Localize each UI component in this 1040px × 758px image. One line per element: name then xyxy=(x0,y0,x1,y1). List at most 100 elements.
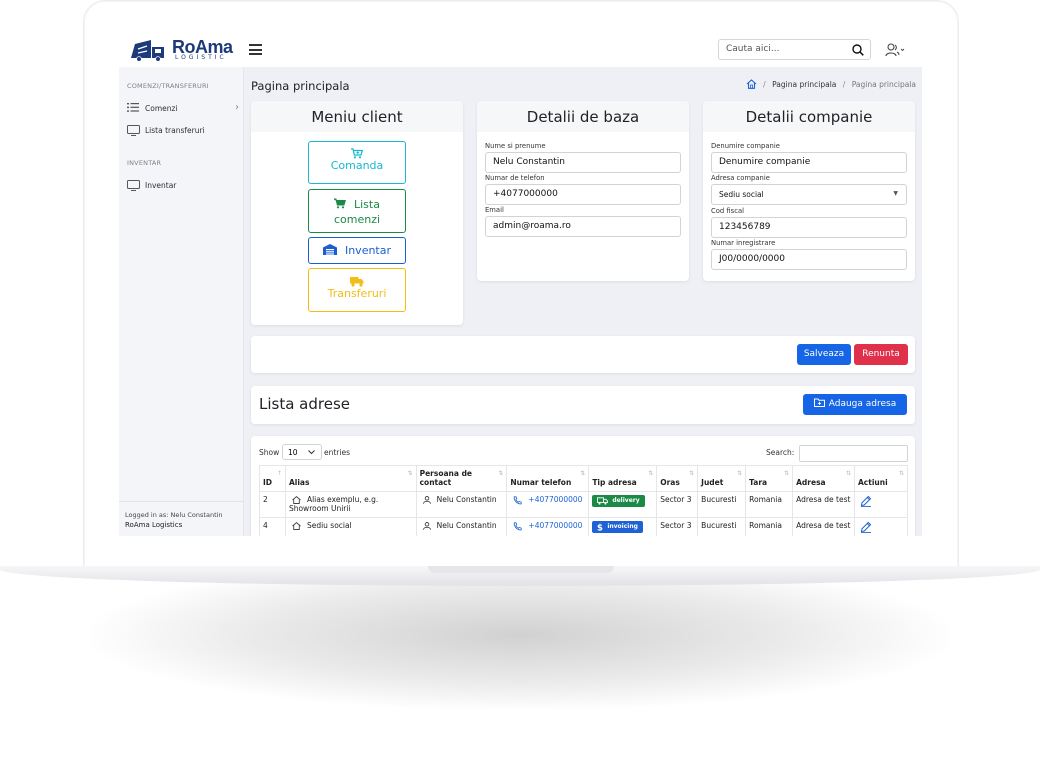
home-icon xyxy=(292,496,301,504)
truck-icon xyxy=(350,277,364,287)
add-address-button[interactable]: Adauga adresa xyxy=(803,394,907,415)
registration-number-field[interactable]: J00/0000/0000 xyxy=(711,249,907,270)
laptop-mockup: RoAma LOGISTIC Cauta aici... COMENZI/TRA… xyxy=(0,0,1040,758)
logo-subtitle: LOGISTIC xyxy=(175,54,227,61)
entries-select[interactable]: 10 xyxy=(282,444,322,460)
table-search-input[interactable] xyxy=(799,445,908,462)
full-name-field[interactable]: Nelu Constantin xyxy=(485,152,681,173)
user-menu-button[interactable] xyxy=(885,42,905,61)
svg-text:$: $ xyxy=(597,523,603,531)
orders-button[interactable]: Comanda xyxy=(308,141,406,184)
column-header-city[interactable]: Oras ⇅ xyxy=(656,465,699,492)
phone-field[interactable]: +4077000000 xyxy=(485,184,681,205)
column-header-id[interactable]: ID ↑ xyxy=(259,465,286,492)
field-label: Email xyxy=(485,206,504,214)
sidebar-item-transfers-list[interactable]: Lista transferuri xyxy=(127,124,237,138)
table-row: 2 Alias exemplu, e.g. Showroom Unirii Ne… xyxy=(259,491,908,518)
sort-icon: ↑ xyxy=(276,470,282,477)
base-details-card: Detalii de baza Nume si prenume Nelu Con… xyxy=(477,101,689,281)
truck-logo-icon xyxy=(131,40,164,62)
sidebar-section-inventory: INVENTAR xyxy=(127,159,162,167)
page-title: Pagina principala xyxy=(251,79,350,93)
breadcrumb-link[interactable]: Pagina principala xyxy=(772,80,836,89)
sort-icon: ⇅ xyxy=(784,470,790,477)
breadcrumb: / Pagina principala / Pagina principala xyxy=(746,79,916,89)
company-address-select[interactable]: Sediu social ▼ xyxy=(711,184,907,205)
chevron-right-icon: › xyxy=(235,102,239,113)
cell-alias: Sediu social xyxy=(284,517,417,536)
cell-address: Adresa de test xyxy=(792,491,855,518)
home-icon[interactable] xyxy=(746,79,757,89)
menu-toggle-icon[interactable] xyxy=(249,44,262,55)
cell-city: Sector 3 xyxy=(656,517,699,536)
addresses-header-card: Lista adrese Adauga adresa xyxy=(251,386,915,424)
addresses-table: ID ↑ Alias ⇅ Persoana de contact ⇅ Numar te… xyxy=(259,465,908,536)
home-icon xyxy=(292,522,301,530)
warehouse-icon xyxy=(322,244,337,255)
search-input[interactable]: Cauta aici... xyxy=(718,39,871,60)
cell-address: Adresa de test xyxy=(792,517,855,536)
sidebar-item-label: Lista transferuri xyxy=(145,126,205,135)
cell-contact: Nelu Constantin xyxy=(415,491,508,518)
actions-bar: Salveaza Renunta xyxy=(251,336,915,373)
cell-phone[interactable]: +4077000000 xyxy=(506,491,590,518)
cell-contact: Nelu Constantin xyxy=(415,517,508,536)
cell-country: Romania xyxy=(745,491,794,518)
type-badge-invoicing: $ invoicing xyxy=(592,521,643,533)
column-header-county[interactable]: Judet ⇅ xyxy=(697,465,747,492)
column-header-actions[interactable]: Actiuni ⇅ xyxy=(854,465,908,492)
client-menu-card: Meniu client Comanda Lista comenzi Inven… xyxy=(251,101,463,325)
transfers-button[interactable]: Transferuri xyxy=(308,268,406,312)
sort-icon: ⇅ xyxy=(845,470,851,477)
logged-in-text: Logged in as: Nelu Constantin xyxy=(125,511,223,519)
cell-country: Romania xyxy=(745,517,794,536)
column-header-address[interactable]: Adresa ⇅ xyxy=(792,465,855,492)
monitor-icon xyxy=(127,180,140,191)
column-header-alias[interactable]: Alias ⇅ xyxy=(284,465,417,492)
cart-icon xyxy=(332,198,346,209)
cell-county: Bucuresti xyxy=(697,491,747,518)
folder-plus-icon xyxy=(813,398,825,407)
brand-logo[interactable]: RoAma LOGISTIC xyxy=(129,37,241,64)
sidebar-item-inventar[interactable]: Inventar xyxy=(127,179,237,193)
transfers-label: Transferuri xyxy=(327,287,387,300)
sort-icon: ⇅ xyxy=(580,470,586,477)
email-field[interactable]: admin@roama.ro xyxy=(485,216,681,237)
edit-pencil-icon[interactable] xyxy=(860,495,872,507)
cart-plus-icon xyxy=(351,148,363,159)
chevron-down-icon xyxy=(308,450,315,455)
sort-icon: ⇅ xyxy=(498,470,504,477)
inventory-label: Inventar xyxy=(344,244,392,257)
sidebar-footer: Logged in as: Nelu Constantin RoAma Logi… xyxy=(119,501,244,536)
column-header-contact[interactable]: Persoana de contact ⇅ xyxy=(415,465,508,492)
orders-list-button[interactable]: Lista comenzi xyxy=(308,189,406,233)
cell-phone[interactable]: +4077000000 xyxy=(506,517,590,536)
user-icon xyxy=(422,522,431,530)
search-label: Search: xyxy=(766,448,795,457)
column-header-type[interactable]: Tip adresa ⇅ xyxy=(588,465,658,492)
phone-icon xyxy=(514,495,523,504)
inventory-button[interactable]: Inventar xyxy=(308,237,406,264)
search-icon[interactable] xyxy=(852,44,864,56)
orders-label: Comanda xyxy=(330,159,384,172)
cell-actions xyxy=(854,517,908,536)
cell-city: Sector 3 xyxy=(656,491,699,518)
company-name-field[interactable]: Denumire companie xyxy=(711,152,907,173)
table-row: 4 Sediu social Nelu Constantin +40770000… xyxy=(259,517,908,536)
sidebar-item-comenzi[interactable]: Comenzi › xyxy=(127,102,239,116)
orders-list-label-1: Lista xyxy=(354,198,380,211)
breadcrumb-current: Pagina principala xyxy=(851,80,916,89)
edit-pencil-icon[interactable] xyxy=(860,521,872,533)
cancel-button[interactable]: Renunta xyxy=(854,344,908,365)
save-button[interactable]: Salveaza xyxy=(797,344,851,365)
app-screen: RoAma LOGISTIC Cauta aici... COMENZI/TRA… xyxy=(119,34,922,536)
cell-type: delivery xyxy=(588,491,658,518)
fiscal-code-field[interactable]: 123456789 xyxy=(711,217,907,238)
column-header-phone[interactable]: Numar telefon ⇅ xyxy=(506,465,590,492)
sort-icon: ⇅ xyxy=(737,470,743,477)
company-details-card: Detalii companie Denumire companie Denum… xyxy=(703,101,915,281)
sidebar-item-label: Inventar xyxy=(145,181,177,190)
cell-actions xyxy=(854,491,908,518)
sort-icon: ⇅ xyxy=(689,470,695,477)
column-header-country[interactable]: Tara ⇅ xyxy=(745,465,794,492)
